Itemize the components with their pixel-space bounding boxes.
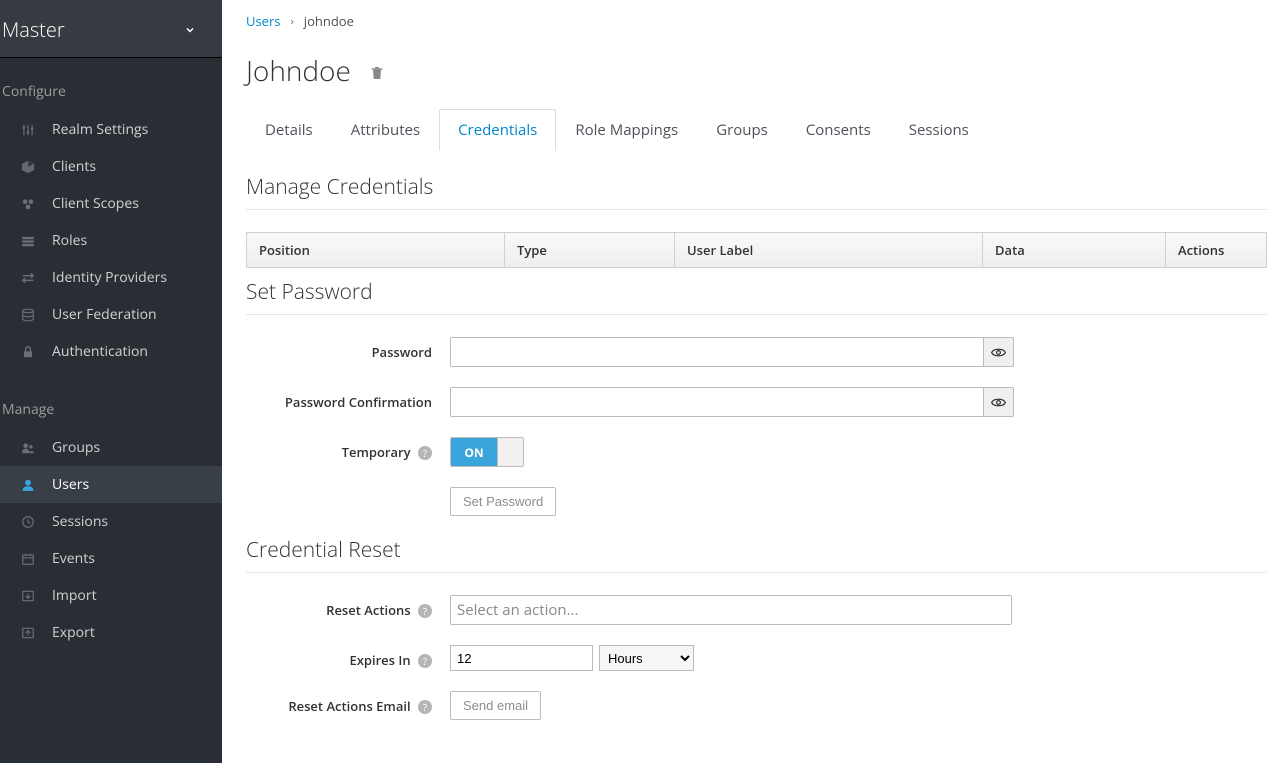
section-set-password: Set Password xyxy=(246,278,1267,315)
password-input[interactable] xyxy=(450,337,984,367)
export-icon xyxy=(20,625,36,641)
sidebar-item-groups[interactable]: Groups xyxy=(0,429,222,466)
section-manage-credentials: Manage Credentials xyxy=(246,173,1267,210)
sidebar-item-clients[interactable]: Clients xyxy=(0,148,222,185)
sidebar: Master Configure Realm Settings Clients … xyxy=(0,0,222,763)
label-reset-actions-email: Reset Actions Email ? xyxy=(246,691,450,715)
page-title: Johndoe xyxy=(246,52,351,90)
database-icon xyxy=(20,307,36,323)
tabs: Details Attributes Credentials Role Mapp… xyxy=(246,108,1267,151)
sidebar-item-user-federation[interactable]: User Federation xyxy=(0,296,222,333)
trash-icon[interactable] xyxy=(369,65,385,81)
expires-in-input[interactable] xyxy=(450,645,593,671)
sidebar-item-label: Client Scopes xyxy=(52,194,139,213)
sidebar-item-realm-settings[interactable]: Realm Settings xyxy=(0,111,222,148)
breadcrumb: Users › johndoe xyxy=(246,12,1267,30)
th-position: Position xyxy=(247,233,505,268)
sidebar-item-client-scopes[interactable]: Client Scopes xyxy=(0,185,222,222)
tab-details[interactable]: Details xyxy=(246,109,332,151)
realm-selector[interactable]: Master xyxy=(0,0,222,57)
sidebar-section-manage: Manage xyxy=(0,394,222,429)
th-type: Type xyxy=(505,233,675,268)
label-temporary: Temporary ? xyxy=(246,437,450,461)
sidebar-item-users[interactable]: Users xyxy=(0,466,222,503)
sidebar-item-sessions[interactable]: Sessions xyxy=(0,503,222,540)
lock-icon xyxy=(20,344,36,360)
sidebar-item-label: Events xyxy=(52,549,95,568)
eye-icon[interactable] xyxy=(984,337,1014,367)
label-password-confirm: Password Confirmation xyxy=(246,387,450,411)
password-confirm-input[interactable] xyxy=(450,387,984,417)
tab-consents[interactable]: Consents xyxy=(787,109,890,151)
help-icon[interactable]: ? xyxy=(418,700,432,714)
user-icon xyxy=(20,477,36,493)
realm-name: Master xyxy=(2,16,65,43)
main-content: Users › johndoe Johndoe Details Attribut… xyxy=(222,0,1267,763)
toggle-knob xyxy=(497,438,523,466)
help-icon[interactable]: ? xyxy=(418,604,432,618)
tab-role-mappings[interactable]: Role Mappings xyxy=(556,109,697,151)
group-icon xyxy=(20,440,36,456)
section-credential-reset: Credential Reset xyxy=(246,536,1267,573)
temporary-toggle[interactable]: ON xyxy=(450,437,524,467)
calendar-icon xyxy=(20,551,36,567)
sidebar-item-label: Export xyxy=(52,623,95,642)
th-data: Data xyxy=(983,233,1166,268)
import-icon xyxy=(20,588,36,604)
send-email-button[interactable]: Send email xyxy=(450,691,541,720)
sidebar-item-label: Import xyxy=(52,586,97,605)
tab-attributes[interactable]: Attributes xyxy=(332,109,439,151)
cube-icon xyxy=(20,159,36,175)
th-user-label: User Label xyxy=(675,233,983,268)
sidebar-item-label: Roles xyxy=(52,231,87,250)
reset-actions-select[interactable]: Select an action... xyxy=(450,595,1012,625)
chevron-right-icon: › xyxy=(290,14,293,29)
sidebar-item-roles[interactable]: Roles xyxy=(0,222,222,259)
th-actions: Actions xyxy=(1166,233,1267,268)
sidebar-item-label: Clients xyxy=(52,157,96,176)
sidebar-item-label: Authentication xyxy=(52,342,148,361)
breadcrumb-users-link[interactable]: Users xyxy=(246,12,280,30)
credentials-table: Position Type User Label Data Actions xyxy=(246,232,1267,268)
sidebar-nav-manage: Groups Users Sessions Events Import Expo… xyxy=(0,429,222,651)
sidebar-item-export[interactable]: Export xyxy=(0,614,222,651)
roles-icon xyxy=(20,233,36,249)
eye-icon[interactable] xyxy=(984,387,1014,417)
tab-credentials[interactable]: Credentials xyxy=(439,109,556,151)
label-expires-in: Expires In ? xyxy=(246,645,450,669)
chevron-down-icon xyxy=(184,24,196,36)
scopes-icon xyxy=(20,196,36,212)
sidebar-item-label: User Federation xyxy=(52,305,157,324)
label-password: Password xyxy=(246,337,450,361)
tab-sessions[interactable]: Sessions xyxy=(890,109,988,151)
sidebar-item-label: Identity Providers xyxy=(52,268,167,287)
sidebar-item-authentication[interactable]: Authentication xyxy=(0,333,222,370)
help-icon[interactable]: ? xyxy=(418,654,432,668)
breadcrumb-current: johndoe xyxy=(304,12,354,30)
expires-in-unit-select[interactable]: Hours xyxy=(599,645,694,671)
sidebar-section-configure: Configure xyxy=(0,76,222,111)
label-reset-actions: Reset Actions ? xyxy=(246,595,450,619)
exchange-icon xyxy=(20,270,36,286)
clock-icon xyxy=(20,514,36,530)
sidebar-item-label: Groups xyxy=(52,438,100,457)
sidebar-item-label: Users xyxy=(52,475,89,494)
sidebar-item-events[interactable]: Events xyxy=(0,540,222,577)
set-password-button[interactable]: Set Password xyxy=(450,487,556,516)
sidebar-item-label: Sessions xyxy=(52,512,108,531)
sliders-icon xyxy=(20,122,36,138)
sidebar-item-identity-providers[interactable]: Identity Providers xyxy=(0,259,222,296)
toggle-on-label: ON xyxy=(451,438,497,466)
sidebar-divider xyxy=(0,57,222,58)
help-icon[interactable]: ? xyxy=(418,446,432,460)
tab-groups[interactable]: Groups xyxy=(697,109,787,151)
sidebar-nav-configure: Realm Settings Clients Client Scopes Rol… xyxy=(0,111,222,370)
sidebar-item-import[interactable]: Import xyxy=(0,577,222,614)
sidebar-item-label: Realm Settings xyxy=(52,120,148,139)
